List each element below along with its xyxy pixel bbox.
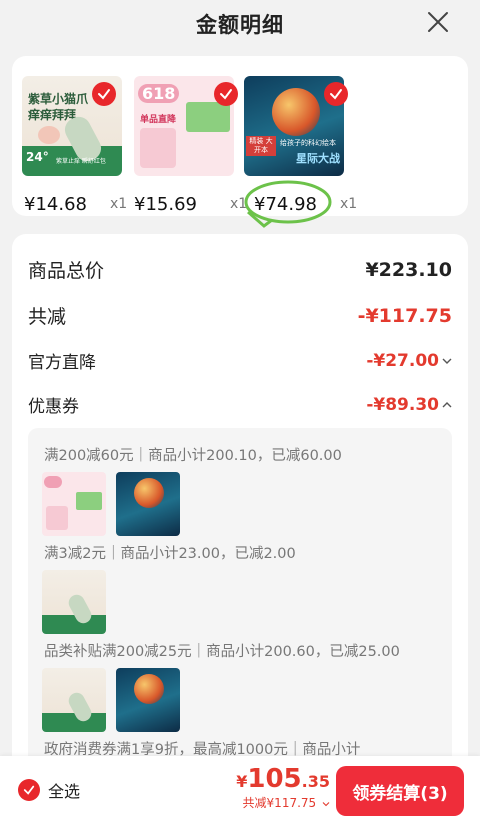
coupon-product-thumb [116,668,180,732]
select-all-label: 全选 [48,782,81,801]
check-icon [330,89,342,100]
coupon-product-thumb [42,668,106,732]
thumb-card-shape [46,506,68,530]
coupon-product-thumb [116,472,180,536]
coupon-product-thumb [42,570,106,634]
coupon-row[interactable]: 优惠券 -¥89.30 [28,392,452,417]
checkout-button[interactable]: 领券结算(3) [336,766,464,816]
saved-summary[interactable]: 共减¥117.75 [236,794,330,811]
total-amount: ¥105.35 共减¥117.75 [236,764,330,811]
bottom-bar: 全选 ¥105.35 共减¥117.75 领券结算(3) [0,756,480,824]
official-discount-label: 官方直降 [28,353,96,373]
thumb-tag: 精装 大开本 [246,136,276,156]
thumb-line: 单品直降 [140,115,177,125]
saved-text: 共减¥117.75 [242,796,317,810]
thumb-badge-shape [44,476,62,488]
thumb-planet-shape [272,88,320,136]
check-icon [98,89,110,100]
official-discount-value: -¥27.00 [366,350,439,371]
thumb-peach-shape [38,126,60,144]
coupon-rule-text: 满3减2元｜商品小计23.00，已减2.00 [44,546,296,562]
check-icon [220,89,232,100]
selected-check[interactable] [324,82,348,106]
thumb-line: 给孩子的科幻绘本 [280,139,336,147]
coupon-rule-text: 满200减60元｜商品小计200.10，已减60.00 [44,448,342,464]
thumb-title: 星际大战 [296,152,340,165]
total-row: 商品总价 ¥223.10 [28,256,452,283]
thumb-badge: 24° [26,150,49,164]
chevron-down-icon[interactable] [442,357,452,365]
thumb-caption: 紫草止痒 瞬舒红包 [56,158,106,165]
coupon-rule-text: 品类补贴满200减25元｜商品小计200.60，已减25.00 [44,644,400,660]
product-price: ¥14.68 [24,194,87,215]
reduce-row: 共减 -¥117.75 [28,302,452,329]
page-title: 金额明细 [196,13,284,37]
chevron-down-icon [322,802,330,807]
coupon-label: 优惠券 [28,397,79,417]
thumb-book-shape [186,102,230,132]
reduce-value: -¥117.75 [357,304,452,327]
amount-integer: 105 [247,764,302,794]
thumb-badge: 618 [138,84,180,103]
selected-check[interactable] [214,82,238,106]
currency-symbol: ¥ [236,772,248,791]
thumb-card-shape [140,128,176,168]
total-value: ¥223.10 [365,258,452,281]
product-quantity: x1 [110,196,128,212]
product-price: ¥74.98 [254,194,317,215]
coupon-value: -¥89.30 [366,394,439,415]
coupon-product-thumb [42,472,106,536]
select-all-checkbox[interactable] [18,779,40,801]
header: 金额明细 [0,0,480,48]
product-card: 紫草小猫爪 痒痒拜拜 24° 紫草止痒 瞬舒红包 ¥14.68 x1 618 单… [12,56,468,228]
reduce-label: 共减 [28,306,67,328]
total-label: 商品总价 [28,260,105,282]
product-quantity: x1 [340,196,358,212]
amount-decimal: .35 [301,772,330,791]
product-price: ¥15.69 [134,194,197,215]
thumb-book-shape [76,492,102,510]
thumb-planet-shape [134,674,164,704]
selected-check[interactable] [92,82,116,106]
chevron-up-icon[interactable] [442,401,452,409]
check-icon [23,785,35,795]
official-discount-row[interactable]: 官方直降 -¥27.00 [28,348,452,373]
coupon-detail-panel: 满200减60元｜商品小计200.10，已减60.00 满3减2元｜商品小计23… [28,428,452,768]
thumb-product-shape [65,592,95,626]
close-icon [428,12,448,32]
thumb-title: 紫草小猫爪 [28,92,89,106]
close-button[interactable] [424,8,452,36]
select-all-toggle[interactable]: 全选 [18,778,80,802]
thumb-product-shape [65,690,95,724]
thumb-planet-shape [134,478,164,508]
